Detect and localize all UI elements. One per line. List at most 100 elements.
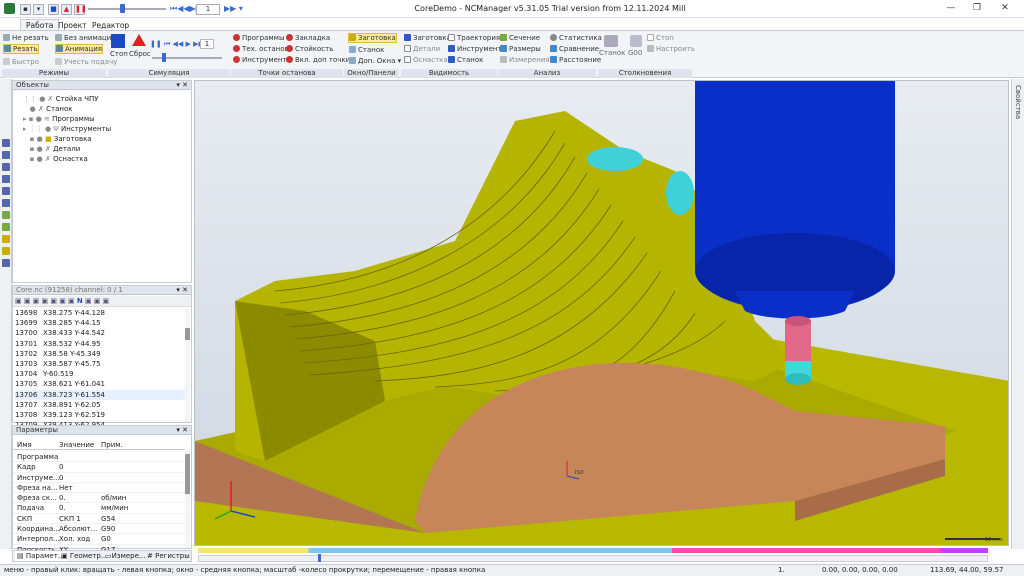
sim-slider-thumb[interactable] (162, 53, 166, 62)
an-sizes[interactable]: Размеры (500, 44, 541, 54)
no-anim-toggle[interactable]: Без анимации (55, 33, 116, 43)
objects-panel-close-icon[interactable]: ▾ ✕ (176, 81, 188, 89)
vis-tool[interactable]: Инструмент (448, 44, 502, 54)
properties-strip[interactable]: Свойства (1011, 79, 1024, 549)
program-progress-track[interactable] (198, 555, 988, 562)
an-section[interactable]: Сечение (500, 33, 540, 43)
code-line[interactable]: 13705 X38.621 Y-61.041 (15, 379, 185, 389)
speed-slider-thumb[interactable] (120, 4, 125, 13)
open-icon[interactable]: ▾ (33, 4, 44, 15)
tab-measure[interactable]: ▭Измере... (105, 551, 146, 561)
code-line[interactable]: 13703 X38.587 Y-45.75 (15, 359, 185, 369)
panel-stock[interactable]: Заготовка (348, 33, 397, 43)
vis-stock[interactable]: Заготовка (404, 33, 451, 43)
code-line[interactable]: 13700 X38.433 Y-44.542 (15, 328, 185, 338)
program-progress-bar[interactable] (198, 548, 988, 553)
param-row[interactable]: Кадр 0 (13, 462, 185, 473)
bp-programs[interactable]: Программы (233, 33, 285, 43)
app-icon[interactable] (4, 3, 15, 14)
sim-counter[interactable]: 1 (200, 39, 214, 49)
code-line[interactable]: 13698 X38.275 Y-44.128 (15, 308, 185, 318)
bp-tech-stop[interactable]: Тех. останов (233, 44, 289, 54)
tree-item-stock[interactable]: ▪ ● ■ Заготовка (23, 134, 111, 144)
code-line[interactable]: 13704 Y-60.519 (15, 369, 185, 379)
param-row[interactable]: Инструме... 0 (13, 473, 185, 483)
an-statistics[interactable]: Статистика (550, 33, 602, 43)
view-iso-icon[interactable] (2, 211, 10, 219)
view-top-icon[interactable] (2, 199, 10, 207)
reset-button[interactable] (132, 34, 146, 46)
collision-machine-label[interactable]: Станок (599, 48, 625, 58)
code-panel-close-icon[interactable]: ▾ ✕ (176, 286, 188, 294)
tree-item-programs[interactable]: ▸ ▪ ● ≋ Программы (23, 114, 111, 124)
an-compare[interactable]: Сравнение (550, 44, 599, 54)
vis-details[interactable]: Детали (404, 44, 440, 54)
no-cut-toggle[interactable]: Не резать (3, 33, 49, 43)
tab-registers[interactable]: # Регистры (147, 551, 190, 561)
stop-button[interactable] (111, 34, 125, 48)
view-side-icon[interactable] (2, 235, 10, 243)
frame-input[interactable]: 1 (196, 4, 220, 15)
select-icon[interactable] (2, 139, 10, 147)
code-line[interactable]: 13702 X38.58 Y-45.349 (15, 349, 185, 359)
reset-icon[interactable]: ▲ (61, 4, 72, 15)
an-distance[interactable]: Расстояние (550, 55, 601, 65)
cut-toggle[interactable]: Резать (3, 44, 39, 54)
vis-machine[interactable]: Станок (448, 55, 483, 65)
param-row[interactable]: Фреза на... Нет (13, 483, 185, 494)
vis-fixture[interactable]: Оснастка (404, 55, 448, 65)
params-scrollbar[interactable] (185, 450, 190, 548)
rotate-icon[interactable] (2, 175, 10, 183)
fast-toggle[interactable]: Быстро (3, 57, 39, 67)
feed-toggle[interactable]: Учесть подачу (55, 57, 117, 67)
tab-geometry[interactable]: ▣ Геометр... (61, 551, 108, 561)
code-line[interactable]: 13707 X38.891 Y-62.05 (15, 400, 185, 410)
bp-tool[interactable]: Инструмент (233, 55, 287, 65)
view-front-icon[interactable] (2, 223, 10, 231)
fit-icon[interactable] (2, 187, 10, 195)
param-row[interactable]: Координа... Абсолют... G90 (13, 524, 185, 535)
tree-item-cnc[interactable]: ⋮⋮ ● ✗ Стойка ЧПУ (23, 94, 111, 104)
param-row[interactable]: Фреза ск... 0. об/мин (13, 493, 185, 504)
stop-icon[interactable]: ■ (48, 4, 59, 15)
panel-extra-windows[interactable]: Доп. Окна ▾ (349, 56, 401, 66)
code-line[interactable]: 13706 X38.723 Y-61.554 (15, 389, 185, 400)
zoom-icon[interactable] (2, 151, 10, 159)
collision-g00-icon[interactable] (630, 35, 642, 47)
params-panel-close-icon[interactable]: ▾ ✕ (176, 426, 188, 434)
code-line[interactable]: 13701 X38.532 Y-44.95 (15, 339, 185, 349)
code-line[interactable]: 13708 X39.123 Y-62.519 (15, 410, 185, 420)
anim-toggle[interactable]: Анимация (55, 44, 104, 54)
param-row[interactable]: Интерпол... Хол. ход G0 (13, 534, 185, 545)
collision-settings[interactable]: Настроить (647, 44, 695, 54)
bp-extra-points[interactable]: Вкл. доп точки (286, 55, 350, 65)
maximize-button[interactable]: ❐ (966, 3, 988, 15)
viewport-3d[interactable]: ISO 10 mm (194, 80, 1009, 546)
code-scrollbar[interactable] (185, 308, 190, 422)
minimize-button[interactable]: — (940, 3, 962, 15)
tree-item-machine[interactable]: ● ✗ Станок (23, 104, 111, 114)
step-arrows-icon[interactable]: ▶▶ ▾ (224, 4, 243, 15)
collision-machine-icon[interactable] (604, 35, 618, 47)
pan-icon[interactable] (2, 163, 10, 171)
bp-bookmark[interactable]: Закладка (286, 33, 330, 43)
tree-item-details[interactable]: ▪ ● ✗ Детали (23, 144, 111, 154)
close-button[interactable]: ✕ (994, 3, 1016, 15)
tab-params[interactable]: ▤ Парамет... (15, 551, 67, 561)
refresh-icon[interactable] (2, 259, 10, 267)
param-row[interactable]: Подача 0. мм/мин (13, 503, 185, 514)
collision-g00-label[interactable]: G00 (628, 48, 642, 58)
save-icon[interactable]: ▪ (20, 4, 31, 15)
speed-slider-track[interactable] (88, 8, 166, 10)
program-progress-thumb[interactable] (318, 554, 321, 562)
collision-stop[interactable]: Стоп (647, 33, 674, 43)
panel-machine[interactable]: Станок (349, 45, 384, 55)
bp-durability[interactable]: Стойкость (286, 44, 333, 54)
view-back-icon[interactable] (2, 247, 10, 255)
vis-trajectory[interactable]: Траектория (448, 33, 500, 43)
pause-icon[interactable]: ❚❚ (74, 4, 87, 15)
tree-item-fixture[interactable]: ▪ ● ✗ Оснастка (23, 154, 111, 164)
param-row[interactable]: СКП СКП 1 G54 (13, 514, 185, 525)
tree-item-tools[interactable]: ▸ ⋮⋮ ● Ψ Инструменты (23, 124, 111, 134)
code-line[interactable]: 13699 X38.285 Y-44.15 (15, 318, 185, 328)
